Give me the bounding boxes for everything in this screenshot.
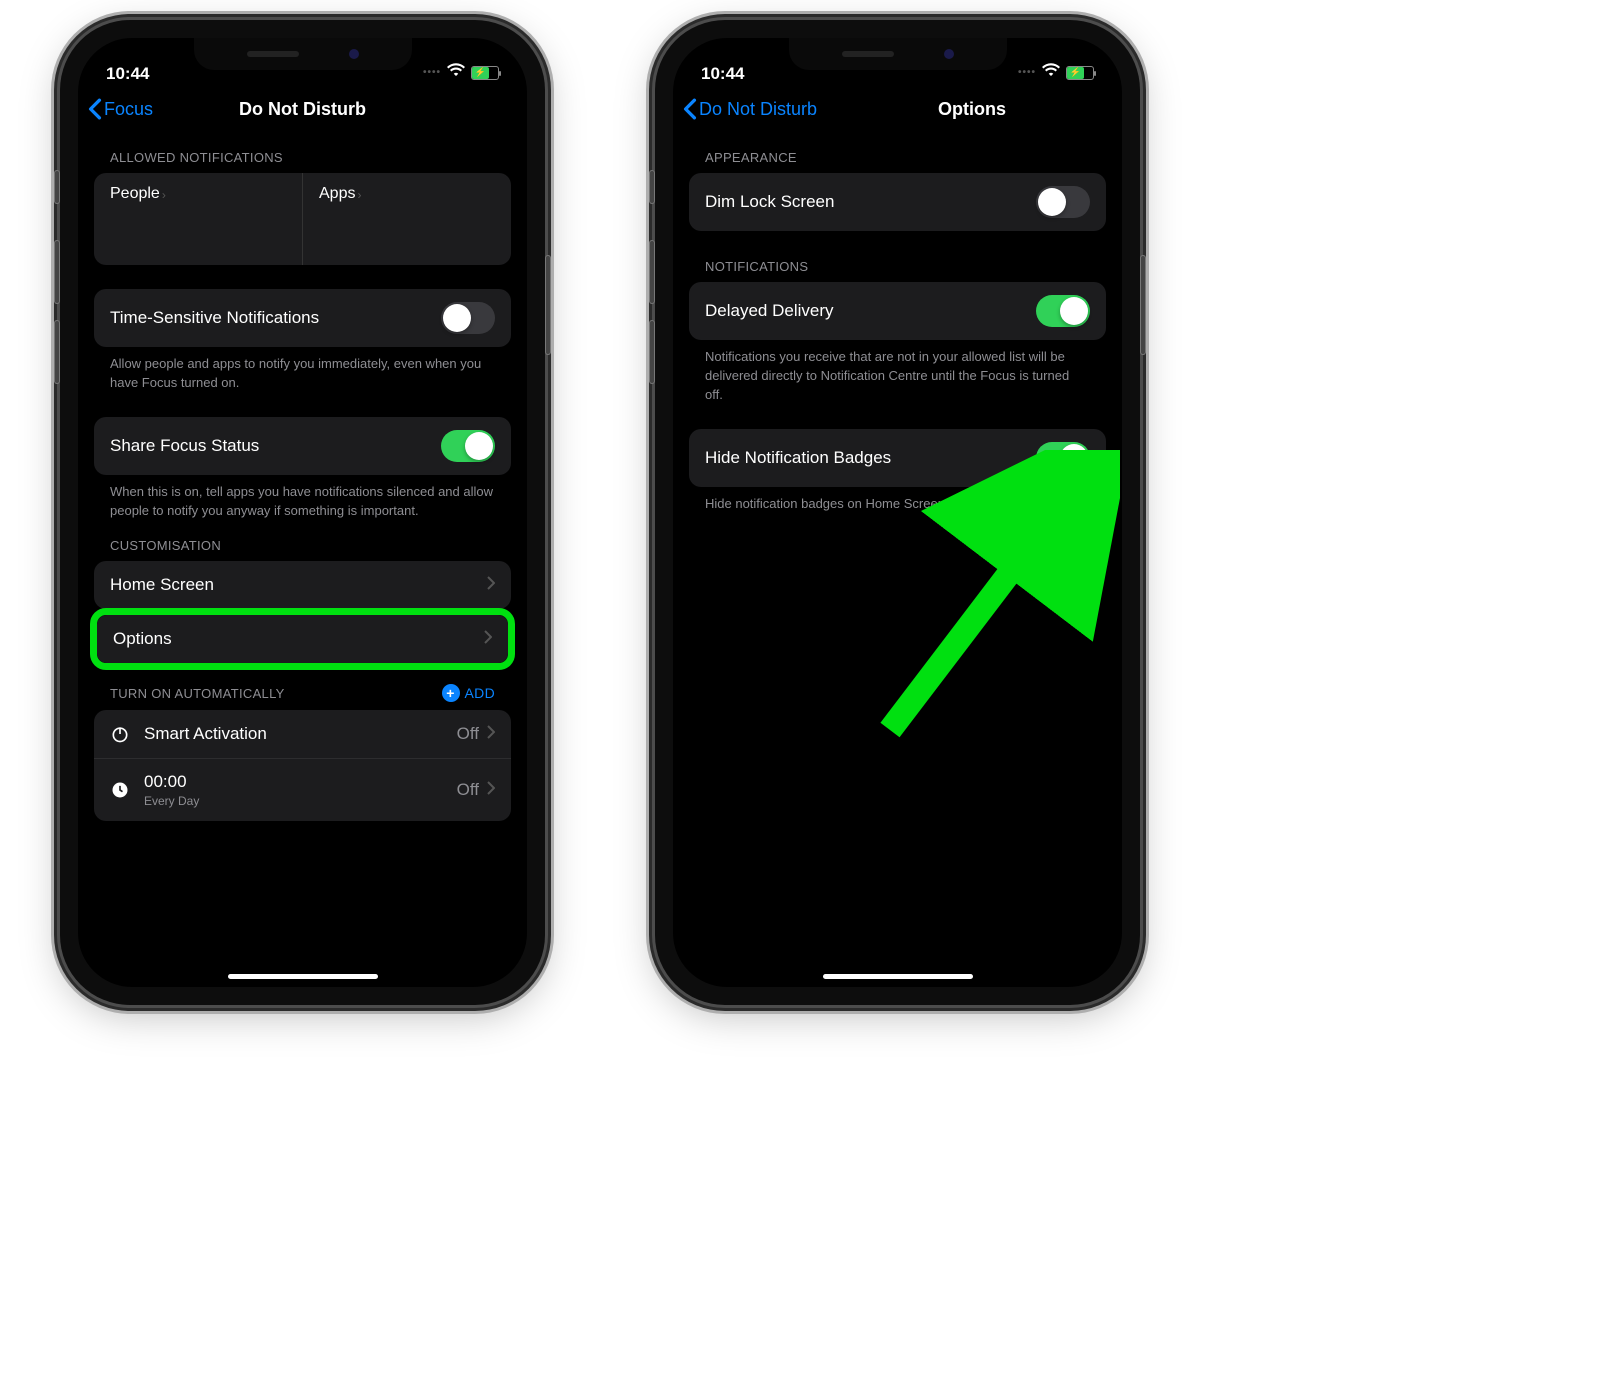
chevron-right-icon: › (357, 188, 361, 202)
plus-circle-icon: + (442, 684, 460, 702)
chevron-right-icon: › (162, 188, 166, 202)
annotation-highlight: Options (90, 608, 515, 670)
hide-badges-row[interactable]: Hide Notification Badges (689, 429, 1106, 487)
battery-icon: ⚡ (471, 66, 499, 80)
phone-frame-right: 10:44 •••• ⚡ Do Not Disturb Options APPE… (655, 20, 1140, 1005)
chevron-right-icon (487, 780, 495, 800)
delayed-delivery-toggle[interactable] (1036, 295, 1090, 327)
clock-icon (110, 780, 130, 800)
status-time: 10:44 (106, 64, 149, 84)
schedule-row[interactable]: 00:00 Every Day Off (94, 758, 511, 821)
section-header-customisation: CUSTOMISATION (94, 520, 511, 561)
chevron-right-icon (484, 629, 492, 649)
page-title: Options (938, 99, 1006, 120)
cellular-dots-icon: •••• (1018, 67, 1036, 78)
notch (789, 38, 1007, 70)
options-row[interactable]: Options (97, 615, 508, 663)
back-label: Focus (104, 99, 153, 120)
notch (194, 38, 412, 70)
tsn-footer: Allow people and apps to notify you imme… (94, 347, 511, 393)
share-focus-toggle[interactable] (441, 430, 495, 462)
apps-cell[interactable]: Apps› (303, 173, 511, 265)
power-icon (110, 724, 130, 744)
battery-icon: ⚡ (1066, 66, 1094, 80)
delayed-footer: Notifications you receive that are not i… (689, 340, 1106, 405)
back-label: Do Not Disturb (699, 99, 817, 120)
chevron-right-icon (487, 575, 495, 595)
share-focus-row[interactable]: Share Focus Status (94, 417, 511, 475)
dim-lock-screen-toggle[interactable] (1036, 186, 1090, 218)
dim-lock-screen-row[interactable]: Dim Lock Screen (689, 173, 1106, 231)
time-sensitive-row[interactable]: Time-Sensitive Notifications (94, 289, 511, 347)
wifi-icon (447, 61, 465, 84)
time-sensitive-toggle[interactable] (441, 302, 495, 334)
wifi-icon (1042, 61, 1060, 84)
section-header-allowed: ALLOWED NOTIFICATIONS (94, 132, 511, 173)
home-indicator[interactable] (228, 974, 378, 979)
share-footer: When this is on, tell apps you have noti… (94, 475, 511, 521)
nav-bar: Focus Do Not Disturb (78, 86, 527, 132)
add-button[interactable]: + ADD (442, 684, 495, 702)
chevron-right-icon (487, 724, 495, 744)
back-button[interactable]: Focus (88, 98, 153, 120)
home-screen-row[interactable]: Home Screen (94, 561, 511, 609)
smart-activation-row[interactable]: Smart Activation Off (94, 710, 511, 758)
cellular-dots-icon: •••• (423, 67, 441, 78)
status-time: 10:44 (701, 64, 744, 84)
section-header-appearance: APPEARANCE (689, 132, 1106, 173)
allowed-notifications-card: People› Apps› (94, 173, 511, 265)
section-header-auto: TURN ON AUTOMATICALLY + ADD (94, 666, 511, 710)
phone-frame-left: 10:44 •••• ⚡ Focus Do Not Disturb ALLOWE… (60, 20, 545, 1005)
back-button[interactable]: Do Not Disturb (683, 98, 817, 120)
home-indicator[interactable] (823, 974, 973, 979)
section-header-notifications: NOTIFICATIONS (689, 231, 1106, 282)
delayed-delivery-row[interactable]: Delayed Delivery (689, 282, 1106, 340)
hide-badges-toggle[interactable] (1036, 442, 1090, 474)
hide-footer: Hide notification badges on Home Screen … (689, 487, 1106, 514)
nav-bar: Do Not Disturb Options (673, 86, 1122, 132)
people-cell[interactable]: People› (94, 173, 303, 265)
page-title: Do Not Disturb (239, 99, 366, 120)
